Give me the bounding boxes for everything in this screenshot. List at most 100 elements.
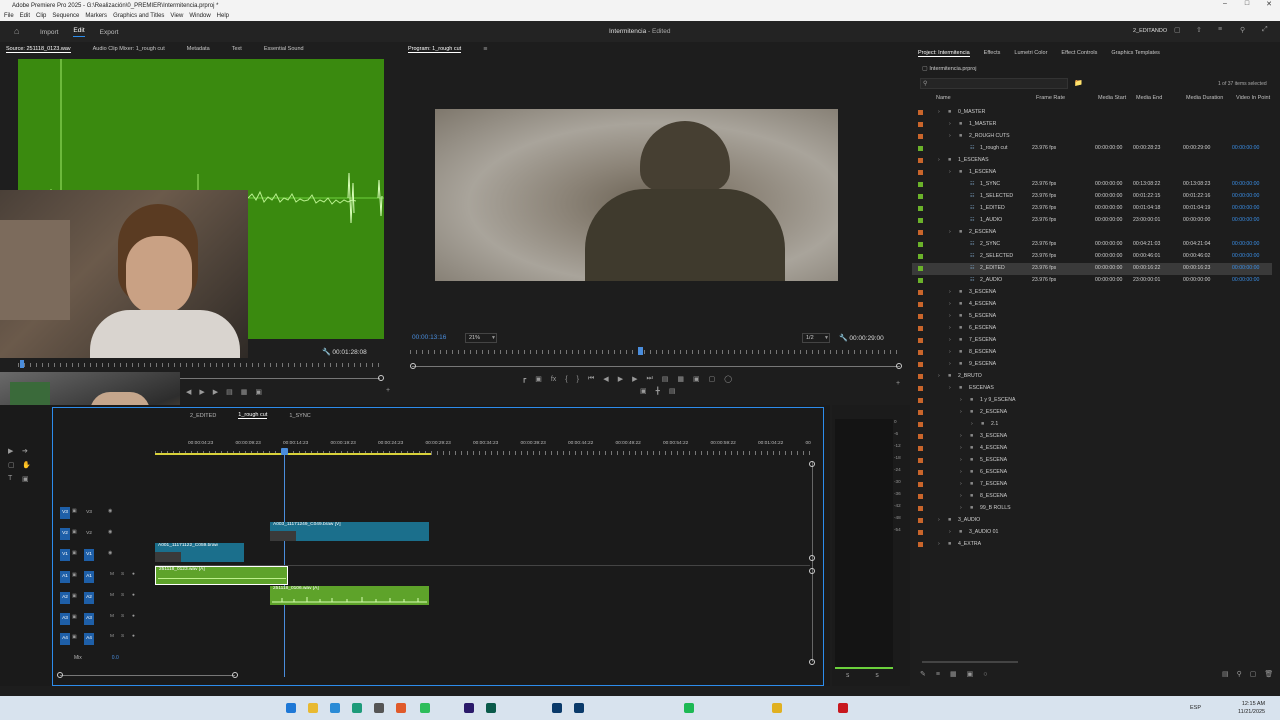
- project-row[interactable]: ☷ 1_SYNC 23.976 fps 00:00:00:00 00:13:08:22 0…: [912, 179, 1272, 191]
- project-row[interactable]: › ■ 5_ESCENA: [912, 455, 1272, 467]
- lock-icon[interactable]: ▣: [535, 375, 542, 383]
- program-zoom-right[interactable]: [896, 363, 902, 369]
- tab-rough-cut[interactable]: 1_rough cut: [238, 412, 268, 419]
- maximize-icon[interactable]: □: [1236, 0, 1258, 11]
- label-color-swatch[interactable]: [918, 206, 923, 211]
- zoom-slider-icon[interactable]: ○: [983, 671, 987, 678]
- add-button-icon[interactable]: +: [386, 387, 390, 394]
- solo-icon[interactable]: S: [121, 593, 124, 598]
- chevron-right-icon[interactable]: ›: [949, 313, 951, 319]
- project-row[interactable]: › ■ 9_ESCENA: [912, 359, 1272, 371]
- panel-icon[interactable]: ▢: [1174, 26, 1181, 34]
- chevron-right-icon[interactable]: ›: [960, 469, 962, 475]
- chevron-right-icon[interactable]: ›: [960, 493, 962, 499]
- close-icon[interactable]: ✕: [1258, 0, 1280, 11]
- chevron-right-icon[interactable]: ›: [949, 337, 951, 343]
- program-playhead[interactable]: [638, 347, 643, 355]
- extract-icon[interactable]: ▦: [677, 375, 684, 383]
- project-scrollbar[interactable]: [922, 661, 1018, 663]
- program-timecode[interactable]: 00:00:13:16: [412, 334, 446, 341]
- menu-window[interactable]: Window: [189, 13, 210, 19]
- tab-essential-sound[interactable]: Essential Sound: [264, 46, 304, 52]
- label-color-swatch[interactable]: [918, 446, 923, 451]
- playhead-handle[interactable]: [281, 448, 288, 455]
- step-forward-icon[interactable]: ▶: [213, 388, 218, 396]
- solo-left[interactable]: S: [846, 673, 849, 679]
- project-row[interactable]: › ■ 7_ESCENA: [912, 479, 1272, 491]
- label-color-swatch[interactable]: [918, 350, 923, 355]
- label-color-swatch[interactable]: [918, 170, 923, 175]
- project-row[interactable]: › ■ 4_EXTRA: [912, 539, 1272, 551]
- col-frame-rate[interactable]: Frame Rate: [1036, 95, 1065, 101]
- label-color-swatch[interactable]: [918, 134, 923, 139]
- project-row[interactable]: › ■ 7_ESCENA: [912, 335, 1272, 347]
- tab-effect-controls[interactable]: Effect Controls: [1061, 50, 1097, 56]
- hscroll-left[interactable]: [57, 672, 63, 678]
- chevron-right-icon[interactable]: ›: [949, 349, 951, 355]
- mute-icon[interactable]: M: [110, 593, 114, 598]
- col-media-duration[interactable]: Media Duration: [1186, 95, 1223, 101]
- chevron-right-icon[interactable]: ›: [960, 481, 962, 487]
- fx-icon[interactable]: fx: [551, 376, 556, 383]
- lock-icon[interactable]: ▣: [72, 634, 77, 640]
- mic-icon[interactable]: ●: [132, 634, 135, 639]
- vr-icon[interactable]: ◯: [724, 375, 732, 383]
- project-row[interactable]: › ■ 8_ESCENA: [912, 347, 1272, 359]
- solo-icon[interactable]: S: [121, 614, 124, 619]
- chevron-right-icon[interactable]: ›: [949, 361, 951, 367]
- label-color-swatch[interactable]: [918, 410, 923, 415]
- label-color-swatch[interactable]: [918, 242, 923, 247]
- minimize-icon[interactable]: –: [1214, 0, 1236, 11]
- eye-icon[interactable]: ◉: [108, 550, 112, 556]
- track-header[interactable]: A3 A3 ▣ M S ●: [58, 611, 152, 629]
- menu-lines-icon[interactable]: ≡: [1218, 26, 1222, 33]
- tab-effects[interactable]: Effects: [984, 50, 1001, 56]
- chevron-right-icon[interactable]: ›: [960, 445, 962, 451]
- label-color-swatch[interactable]: [918, 254, 923, 259]
- photoshop-icon[interactable]: [574, 703, 584, 713]
- wrench-icon[interactable]: 🔧: [839, 334, 848, 342]
- label-color-swatch[interactable]: [918, 278, 923, 283]
- label-color-swatch[interactable]: [918, 218, 923, 223]
- chevron-right-icon[interactable]: ›: [949, 301, 951, 307]
- go-in-icon[interactable]: ⏮: [588, 375, 594, 383]
- project-row[interactable]: › ■ 2_ROUGH CUTS: [912, 131, 1272, 143]
- new-bin-icon[interactable]: 📁: [1074, 79, 1083, 87]
- workspace-name[interactable]: 2_EDITANDO: [1133, 28, 1167, 34]
- project-row[interactable]: ☷ 2_SELECTED 23.976 fps 00:00:00:00 00:00:46…: [912, 251, 1272, 263]
- whatsapp-icon[interactable]: [420, 703, 430, 713]
- explorer-icon[interactable]: [308, 703, 318, 713]
- chevron-right-icon[interactable]: ›: [949, 289, 951, 295]
- audition-icon[interactable]: [486, 703, 496, 713]
- label-color-swatch[interactable]: [918, 302, 923, 307]
- label-color-swatch[interactable]: [918, 470, 923, 475]
- tab-text[interactable]: Text: [232, 46, 242, 52]
- step-forward-icon[interactable]: ▶: [632, 375, 637, 383]
- project-row[interactable]: › ■ 3_AUDIO: [912, 515, 1272, 527]
- track-header[interactable]: A1 A1 ▣ M S ●: [58, 569, 152, 587]
- tab-edit[interactable]: Edit: [73, 27, 85, 37]
- program-ruler[interactable]: [410, 350, 900, 354]
- menu-edit[interactable]: Edit: [20, 13, 30, 19]
- search-icon[interactable]: ⚲: [1240, 26, 1245, 34]
- source-patch[interactable]: V1: [60, 549, 70, 561]
- source-patch[interactable]: A4: [60, 633, 70, 645]
- chevron-right-icon[interactable]: ›: [949, 229, 951, 235]
- project-row[interactable]: › ■ 3_ESCENA: [912, 287, 1272, 299]
- mix-value[interactable]: 0.0: [112, 655, 119, 661]
- vscroll-handle-bottom[interactable]: [809, 659, 815, 665]
- project-row[interactable]: › ■ 2_ESCENA: [912, 407, 1272, 419]
- project-row[interactable]: › ■ 1_ESCENAS: [912, 155, 1272, 167]
- project-row[interactable]: › ■ 1_ESCENA: [912, 167, 1272, 179]
- project-row[interactable]: › ■ 2_ESCENA: [912, 227, 1272, 239]
- label-color-swatch[interactable]: [918, 146, 923, 151]
- source-patch[interactable]: A2: [60, 592, 70, 604]
- label-color-swatch[interactable]: [918, 266, 923, 271]
- label-color-swatch[interactable]: [918, 110, 923, 115]
- tab-lumetri[interactable]: Lumetri Color: [1014, 50, 1047, 56]
- track-target[interactable]: V1: [84, 549, 94, 561]
- mic-icon[interactable]: ●: [132, 593, 135, 598]
- acrobat-icon[interactable]: [838, 703, 848, 713]
- tab-2-edited[interactable]: 2_EDITED: [190, 413, 216, 419]
- step-back-icon[interactable]: ◀: [186, 388, 191, 396]
